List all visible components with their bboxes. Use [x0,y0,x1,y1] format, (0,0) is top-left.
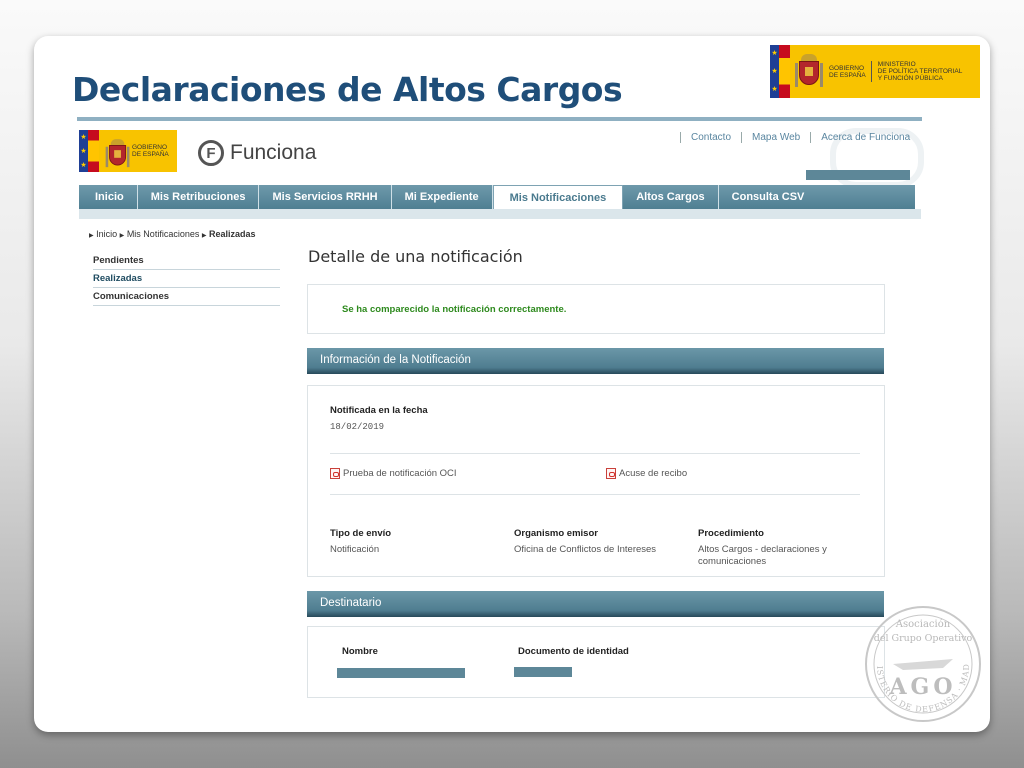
link-mapa-web[interactable]: Mapa Web [741,132,810,143]
divider [330,453,860,454]
pdf-link-prueba[interactable]: Prueba de notificación OCI [330,468,457,479]
destinatario-section-header: Destinatario [307,591,884,617]
nav-inicio[interactable]: Inicio [79,185,138,209]
tipo-envio-value: Notificación [330,544,380,555]
helicopter-icon [893,659,953,670]
main-nav: Inicio Mis Retribuciones Mis Servicios R… [79,185,915,209]
seal-line-1: Asociación [895,619,951,630]
pdf-link-label: Acuse de recibo [619,468,688,479]
government-logo: ★ ★ ★ GOBIERNO DE ESPAÑA MINISTERIO DE POLÍ… [770,45,980,98]
destinatario-panel: Nombre Documento de identidad [307,626,885,698]
pdf-link-acuse[interactable]: Acuse de recibo [606,468,687,479]
nav-mis-servicios-rrhh[interactable]: Mis Servicios RRHH [259,185,392,209]
government-label: GOBIERNO DE ESPAÑA [829,64,866,79]
government-label: GOBIERNO DE ESPAÑA [132,144,169,158]
procedimiento-label: Procedimiento [698,528,764,539]
date-value: 18/02/2019 [330,422,385,432]
site-government-logo[interactable]: ★ ★ ★ GOBIERNO DE ESPAÑA [79,130,177,172]
page-title: Detalle de una notificación [308,247,523,266]
pdf-icon [330,468,340,479]
redacted-nombre [337,668,465,678]
coat-of-arms-icon [794,53,824,90]
sidebar-item-comunicaciones[interactable]: Comunicaciones [93,288,280,306]
breadcrumb-mis-notificaciones[interactable]: Mis Notificaciones [127,229,200,239]
pdf-icon [606,468,616,479]
funciona-logo-icon: F [198,140,224,166]
date-label: Notificada en la fecha [330,405,428,416]
ago-seal-logo: Asociación del Grupo Operativo AGO MINIS… [863,604,981,722]
breadcrumb: ▶ Inicio ▶ Mis Notificaciones ▶ Realizad… [89,229,256,239]
nav-consulta-csv[interactable]: Consulta CSV [719,185,818,209]
sidebar-item-pendientes[interactable]: Pendientes [93,252,280,270]
seal-line-2: del Grupo Operativo [874,633,973,644]
breadcrumb-inicio[interactable]: Inicio [96,229,117,239]
procedimiento-value: Altos Cargos - declaraciones y comunicac… [698,544,827,567]
funciona-logo[interactable]: F Funciona [198,140,316,166]
nav-mis-retribuciones[interactable]: Mis Retribuciones [138,185,260,209]
tipo-envio-label: Tipo de envío [330,528,392,539]
link-contacto[interactable]: Contacto [680,132,741,143]
redacted-documento [514,667,572,677]
chevron-right-icon: ▶ [201,233,207,239]
link-acerca-de[interactable]: Acerca de Funciona [810,132,920,143]
ministry-label: MINISTERIO DE POLÍTICA TERRITORIAL Y FUN… [870,61,962,82]
documento-label: Documento de identidad [518,646,629,657]
nav-mis-notificaciones[interactable]: Mis Notificaciones [492,185,624,209]
sidebar: Pendientes Realizadas Comunicaciones [93,252,280,306]
eu-stars-icon: ★ ★ ★ [79,130,88,172]
funciona-logo-text: Funciona [230,141,317,164]
pdf-link-label: Prueba de notificación OCI [343,468,457,479]
title-divider [77,117,922,121]
sidebar-item-realizadas[interactable]: Realizadas [93,270,280,288]
success-message: Se ha comparecido la notificación correc… [342,304,567,315]
divider [330,494,860,495]
breadcrumb-realizadas: Realizadas [209,229,256,239]
nav-altos-cargos[interactable]: Altos Cargos [623,185,719,209]
coat-of-arms-icon [105,139,130,168]
chevron-right-icon: ▶ [89,233,94,239]
nav-mi-expediente[interactable]: Mi Expediente [392,185,493,209]
organismo-value: Oficina de Conflictos de Intereses [514,544,657,555]
info-section-header: Información de la Notificación [307,348,884,374]
nombre-label: Nombre [342,646,378,657]
seal-center: AGO [888,674,956,700]
organismo-label: Organismo emisor [514,528,598,539]
top-links: Contacto Mapa Web Acerca de Funciona [680,132,920,143]
spain-flag-icon [88,130,99,172]
spain-flag-icon [779,45,790,98]
info-panel: Notificada en la fecha 18/02/2019 Prueba… [307,385,885,577]
slide-title: Declaraciones de Altos Cargos [72,70,623,109]
success-box: Se ha comparecido la notificación correc… [307,284,885,334]
chevron-right-icon: ▶ [119,233,125,239]
redacted-user-bar [806,170,910,180]
eu-stars-icon: ★ ★ ★ [770,45,779,98]
nav-underline [79,209,921,219]
